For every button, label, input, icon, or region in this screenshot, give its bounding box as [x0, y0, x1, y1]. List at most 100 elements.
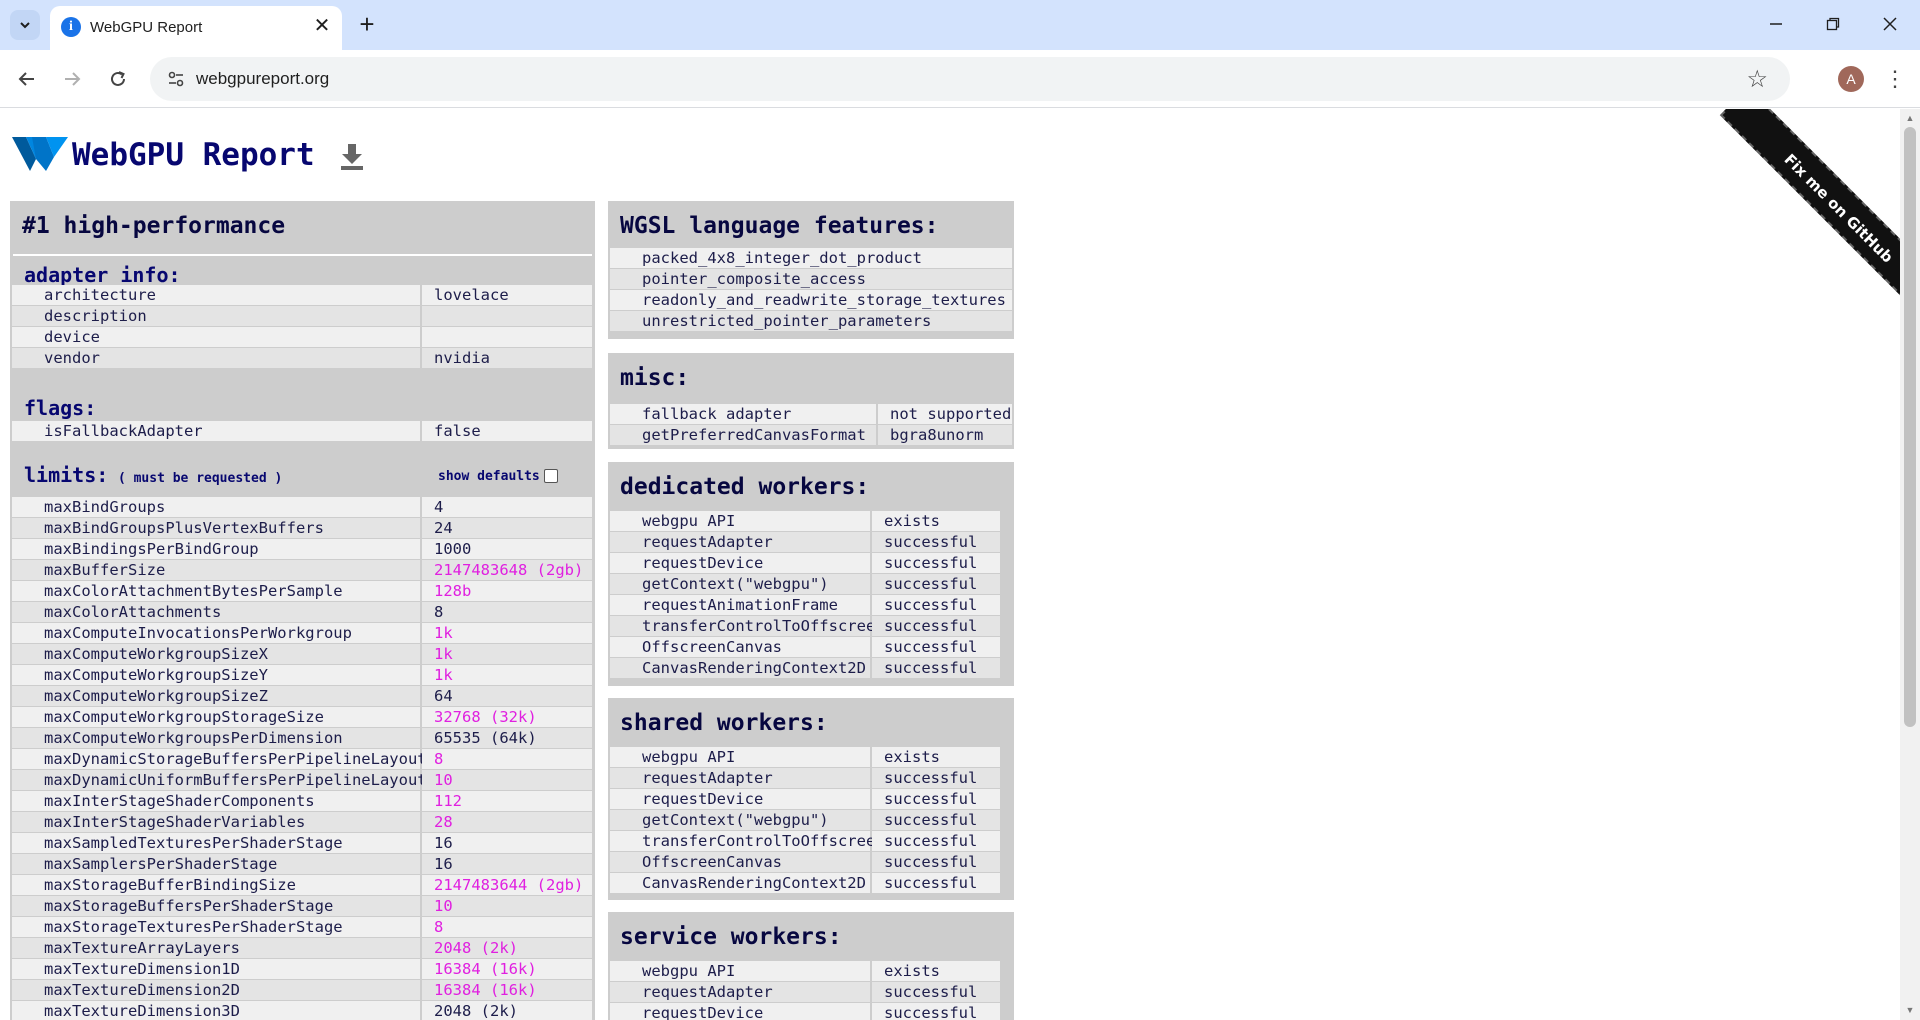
url-text[interactable]: webgpureport.org [196, 69, 329, 89]
minimize-icon [1770, 23, 1782, 25]
adapter-panel: #1 high-performance adapter info: archit… [10, 201, 595, 1020]
shared-worker-row: CanvasRenderingContext2D successful [610, 873, 1000, 894]
show-defaults-label[interactable]: show defaults [438, 469, 540, 484]
dedicated-worker-row: requestAdapter successful [610, 532, 1000, 553]
limit-row: maxBindGroups 4 [12, 497, 592, 518]
dedicated-worker-row: CanvasRenderingContext2D successful [610, 658, 1000, 679]
adapter-info-row-value [422, 306, 592, 326]
close-icon [1883, 17, 1897, 31]
limits-header: limits: ( must be requested ) [24, 463, 282, 487]
shared-worker-row: transferControlToOffscreen successful [610, 831, 1000, 852]
shared-worker-row-value: successful [872, 831, 1000, 851]
limit-row-key: maxDynamicUniformBuffersPerPipelineLayou… [12, 770, 427, 790]
misc-row: fallback adapter not supported [610, 404, 1012, 425]
limit-row-value: 8 [422, 602, 592, 622]
limit-row-value: 28 [422, 812, 592, 832]
restore-icon [1826, 17, 1840, 31]
adapter-info-heading: adapter info: [24, 263, 181, 287]
scroll-down-icon[interactable]: ▼ [1905, 1005, 1915, 1015]
limit-row: maxTextureDimension3D 2048 (2k) [12, 1001, 592, 1020]
dedicated-worker-row-key: requestAdapter [610, 532, 870, 552]
new-tab-button[interactable]: + [352, 10, 382, 40]
close-tab-icon[interactable]: ✕ [310, 14, 334, 38]
scroll-thumb[interactable] [1904, 127, 1916, 727]
limits-note: ( must be requested ) [117, 471, 283, 486]
address-bar[interactable]: webgpureport.org ☆ [150, 57, 1790, 101]
limits-heading: limits: [24, 463, 109, 487]
adapter-info-row-key: vendor [12, 348, 420, 368]
show-defaults-control[interactable]: show defaults [438, 465, 558, 484]
flag-row-value: false [422, 421, 592, 441]
limit-row: maxSampledTexturesPerShaderStage 16 [12, 833, 592, 854]
wgsl-feature-row: pointer_composite_access [610, 269, 1012, 290]
limit-row-value: 128b [422, 581, 592, 601]
service-worker-row: requestAdapter successful [610, 982, 1000, 1003]
adapter-info-row-key: device [12, 327, 420, 347]
minimize-button[interactable] [1758, 8, 1794, 40]
scroll-up-icon[interactable]: ▲ [1905, 113, 1915, 123]
limit-row-value: 2147483648 (2gb) [422, 560, 592, 580]
limit-row: maxStorageTexturesPerShaderStage 8 [12, 917, 592, 938]
limit-row: maxComputeWorkgroupsPerDimension 65535 (6… [12, 728, 592, 749]
close-window-button[interactable] [1872, 8, 1908, 40]
reload-button[interactable] [103, 64, 133, 94]
limit-row-key: maxDynamicStorageBuffersPerPipelineLayou… [12, 749, 427, 769]
misc-row-key: getPreferredCanvasFormat [610, 425, 876, 445]
adapter-info-row-key: architecture [12, 285, 420, 305]
limit-row: maxInterStageShaderVariables 28 [12, 812, 592, 833]
active-tab[interactable]: i WebGPU Report ✕ [50, 6, 342, 50]
flag-row-key: isFallbackAdapter [12, 421, 420, 441]
limit-row-value: 65535 (64k) [422, 728, 592, 748]
limit-row-value: 2048 (2k) [422, 938, 592, 958]
limit-row-key: maxBufferSize [12, 560, 420, 580]
service-worker-row-value: exists [872, 961, 1000, 981]
dedicated-worker-row: webgpu API exists [610, 511, 1000, 532]
back-button[interactable] [12, 64, 42, 94]
dedicated-worker-row-value: successful [872, 658, 1000, 678]
misc-heading: misc: [620, 365, 690, 391]
page-title: WebGPU Report [72, 137, 315, 173]
limit-row-value: 2048 (2k) [422, 1001, 592, 1020]
dedicated-workers-panel: dedicated workers: webgpu API exists reque… [608, 462, 1014, 686]
download-icon[interactable] [340, 144, 364, 170]
shared-worker-row-key: webgpu API [610, 747, 870, 767]
limit-row-value: 10 [422, 770, 592, 790]
page-scrollbar[interactable]: ▲ ▼ [1900, 109, 1920, 1020]
limit-row: maxStorageBufferBindingSize 2147483644 (2… [12, 875, 592, 896]
dedicated-worker-row-key: transferControlToOffscreen [610, 616, 885, 636]
shared-worker-row-value: successful [872, 852, 1000, 872]
wgsl-feature-row-key: packed_4x8_integer_dot_product [610, 248, 1012, 268]
limit-row: maxTextureArrayLayers 2048 (2k) [12, 938, 592, 959]
dedicated-worker-row-value: successful [872, 637, 1000, 657]
limit-row-key: maxComputeInvocationsPerWorkgroup [12, 623, 420, 643]
dedicated-worker-row-key: getContext("webgpu") [610, 574, 870, 594]
limit-row-key: maxBindGroupsPlusVertexBuffers [12, 518, 420, 538]
limit-row: maxStorageBuffersPerShaderStage 10 [12, 896, 592, 917]
adapter-info-row: architecture lovelace [12, 285, 592, 306]
limit-row-key: maxComputeWorkgroupSizeZ [12, 686, 420, 706]
github-ribbon-link[interactable]: Fix me on GitHub [1650, 109, 1900, 359]
adapter-info-row-value [422, 327, 592, 347]
shared-worker-row-key: transferControlToOffscreen [610, 831, 885, 851]
show-defaults-checkbox[interactable] [543, 468, 558, 483]
profile-avatar[interactable]: A [1838, 66, 1864, 92]
dedicated-worker-row: transferControlToOffscreen successful [610, 616, 1000, 637]
shared-worker-row: webgpu API exists [610, 747, 1000, 768]
site-info-icon[interactable] [166, 69, 186, 89]
github-ribbon-text[interactable]: Fix me on GitHub [1719, 109, 1900, 328]
shared-worker-row: requestDevice successful [610, 789, 1000, 810]
forward-button[interactable] [57, 64, 87, 94]
service-worker-row-key: requestAdapter [610, 982, 870, 1002]
wgsl-feature-row-key: unrestricted_pointer_parameters [610, 311, 1012, 331]
limit-row: maxTextureDimension1D 16384 (16k) [12, 959, 592, 980]
dedicated-worker-row: requestAnimationFrame successful [610, 595, 1000, 616]
dedicated-worker-row-value: exists [872, 511, 1000, 531]
bookmark-star-icon[interactable]: ☆ [1746, 65, 1768, 94]
tab-search-button[interactable] [10, 10, 40, 40]
shared-worker-row-key: CanvasRenderingContext2D [610, 873, 870, 893]
limit-row-value: 16384 (16k) [422, 959, 592, 979]
limit-row: maxComputeWorkgroupSizeY 1k [12, 665, 592, 686]
shared-worker-row-key: OffscreenCanvas [610, 852, 870, 872]
browser-menu-icon[interactable]: ⋮ [1882, 64, 1908, 94]
restore-button[interactable] [1815, 8, 1851, 40]
